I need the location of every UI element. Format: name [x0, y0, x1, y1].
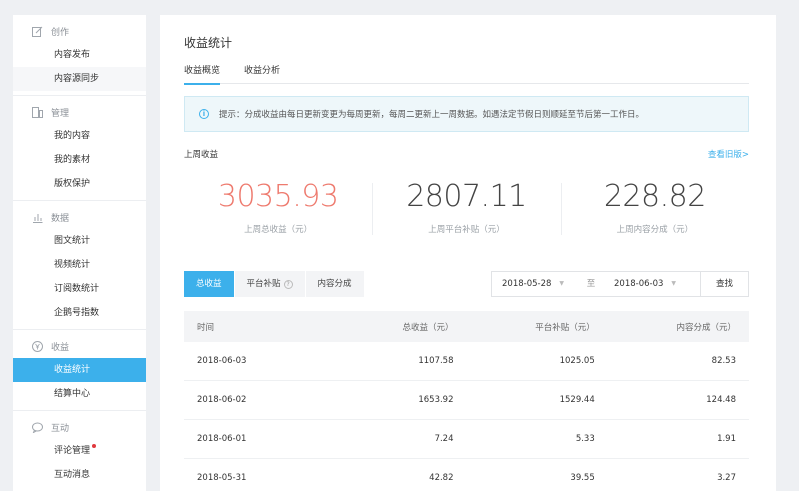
sidebar-head-label: 管理: [51, 108, 70, 119]
page-title: 收益统计: [184, 36, 233, 50]
date-range: 2018-05-28 ▼ 至 2018-06-03 ▼ 查找: [491, 271, 749, 297]
date-from-value: 2018-05-28: [502, 279, 552, 289]
cell-platform: 1529.44: [559, 395, 595, 405]
date-separator: 至: [586, 279, 596, 289]
sidebar: 创作 内容发布 内容源同步 管理 我的内容 我的素材 版权保护 数据 图文统计 …: [13, 15, 146, 491]
tab-analysis[interactable]: 收益分析: [244, 63, 280, 84]
folder-icon: [31, 106, 43, 118]
sidebar-item-source-sync[interactable]: 内容源同步: [13, 67, 146, 91]
sidebar-item-copyright[interactable]: 版权保护: [13, 172, 146, 196]
sidebar-item-settlement[interactable]: 结算中心: [13, 382, 146, 406]
cell-date: 2018-05-31: [197, 473, 247, 483]
stat-platform: 2807.11 上周平台补贴（元）: [372, 179, 560, 240]
cell-date: 2018-06-03: [197, 356, 247, 366]
stat-label: 上周内容分成（元）: [616, 225, 694, 235]
segment-control: 总收益 平台补贴? 内容分成: [184, 271, 365, 297]
sidebar-item-comments[interactable]: 评论管理: [13, 439, 146, 463]
cell-total: 1107.58: [418, 356, 454, 366]
cell-total: 1653.92: [418, 395, 454, 405]
stat-total: 3035.93 上周总收益（元）: [184, 179, 372, 240]
cell-platform: 5.33: [575, 434, 595, 444]
caret-down-icon: ▼: [671, 280, 676, 287]
sidebar-head-label: 创作: [51, 27, 70, 38]
filter-bar: 总收益 平台补贴? 内容分成 2018-05-28 ▼ 至 2018-06-03…: [184, 271, 749, 297]
week-label: 上周收益: [184, 150, 219, 160]
date-to-picker[interactable]: 2018-06-03 ▼: [604, 272, 690, 296]
caret-down-icon: ▼: [559, 280, 564, 287]
sidebar-section-create: 创作 内容发布 内容源同步: [13, 15, 146, 96]
tab-overview[interactable]: 收益概览: [184, 63, 221, 85]
stat-value: 3035.93: [217, 179, 339, 214]
sidebar-item-article-stats[interactable]: 图文统计: [13, 229, 146, 253]
table-row: 2018-06-03 1107.58 1025.05 82.53: [184, 342, 749, 381]
sidebar-item-revenue-stats[interactable]: 收益统计: [13, 358, 146, 382]
search-button[interactable]: 查找: [700, 272, 748, 296]
sidebar-section-interact: 互动 评论管理 互动消息: [13, 411, 146, 491]
sidebar-item-video-stats[interactable]: 视频统计: [13, 253, 146, 277]
notification-dot: [92, 444, 97, 448]
chat-bubble-icon: [31, 421, 43, 433]
week-header: 上周收益 查看旧版>: [184, 148, 749, 160]
sidebar-head-manage: 管理: [13, 102, 146, 122]
history-link[interactable]: 查看旧版>: [708, 148, 749, 160]
help-icon[interactable]: ?: [283, 280, 293, 289]
segment-platform[interactable]: 平台补贴?: [234, 271, 306, 297]
cell-date: 2018-06-01: [197, 434, 247, 444]
col-date: 时间: [197, 322, 215, 333]
sidebar-section-manage: 管理 我的内容 我的素材 版权保护: [13, 96, 146, 201]
cell-total: 42.82: [429, 473, 454, 483]
table-header: 时间 总收益（元） 平台补贴（元） 内容分成（元）: [184, 311, 749, 342]
stat-label: 上周总收益（元）: [244, 225, 313, 235]
stat-value: 2807.11: [406, 179, 527, 214]
sidebar-head-revenue: 收益: [13, 336, 146, 356]
stat-value: 228.82: [603, 179, 706, 214]
sidebar-head-label: 收益: [51, 342, 70, 353]
date-to-value: 2018-06-03: [614, 279, 664, 289]
sidebar-head-data: 数据: [13, 207, 146, 227]
tab-bar: 收益概览 收益分析: [184, 63, 749, 85]
edit-icon: [31, 25, 43, 37]
main-panel: 收益统计 收益概览 收益分析 i 提示：分成收益由每日更新变更为每周更新，每周二…: [160, 15, 776, 491]
revenue-table: 时间 总收益（元） 平台补贴（元） 内容分成（元） 2018-06-03 110…: [184, 311, 749, 491]
cell-total: 7.24: [434, 434, 454, 444]
col-total: 总收益（元）: [402, 322, 454, 333]
segment-content[interactable]: 内容分成: [305, 271, 365, 297]
sidebar-section-revenue: 收益 收益统计 结算中心: [13, 330, 146, 411]
cell-content: 3.27: [717, 473, 736, 483]
info-icon: i: [199, 109, 209, 119]
sidebar-head-label: 互动: [51, 423, 70, 434]
table-row: 2018-05-31 42.82 39.55 3.27: [184, 459, 749, 491]
stat-content: 228.82 上周内容分成（元）: [560, 179, 749, 240]
yen-icon: [31, 340, 43, 352]
bar-chart-icon: [31, 211, 43, 223]
sidebar-section-data: 数据 图文统计 视频统计 订阅数统计 企鹅号指数: [13, 201, 146, 330]
sidebar-item-my-material[interactable]: 我的素材: [13, 148, 146, 172]
table-row: 2018-06-02 1653.92 1529.44 124.48: [184, 381, 749, 420]
sidebar-item-penguin-index[interactable]: 企鹅号指数: [13, 301, 146, 325]
stats-summary: 3035.93 上周总收益（元） 2807.11 上周平台补贴（元） 228.8…: [184, 179, 749, 240]
cell-content: 124.48: [706, 395, 736, 405]
cell-content: 82.53: [711, 356, 736, 366]
sidebar-item-subscriber-stats[interactable]: 订阅数统计: [13, 277, 146, 301]
col-content: 内容分成（元）: [676, 322, 736, 333]
sidebar-item-label: 评论管理: [54, 446, 91, 456]
sidebar-item-messages[interactable]: 互动消息: [13, 463, 146, 487]
segment-total[interactable]: 总收益: [184, 271, 235, 297]
cell-platform: 39.55: [570, 473, 595, 483]
notice-banner: i 提示：分成收益由每日更新变更为每周更新，每周二更新上一周数据。如遇法定节假日…: [184, 96, 749, 132]
sidebar-head-interact: 互动: [13, 417, 146, 437]
stat-label: 上周平台补贴（元）: [428, 225, 505, 235]
notice-text: 提示：分成收益由每日更新变更为每周更新，每周二更新上一周数据。如遇法定节假日则顺…: [219, 110, 645, 120]
cell-platform: 1025.05: [559, 356, 595, 366]
sidebar-item-publish[interactable]: 内容发布: [13, 43, 146, 67]
date-from-picker[interactable]: 2018-05-28 ▼: [492, 272, 578, 296]
cell-content: 1.91: [717, 434, 736, 444]
sidebar-head-label: 数据: [51, 213, 70, 224]
cell-date: 2018-06-02: [197, 395, 247, 405]
sidebar-head-create: 创作: [13, 21, 146, 41]
segment-label: 平台补贴: [246, 279, 281, 289]
table-row: 2018-06-01 7.24 5.33 1.91: [184, 420, 749, 459]
sidebar-item-my-content[interactable]: 我的内容: [13, 124, 146, 148]
col-platform: 平台补贴（元）: [535, 322, 595, 333]
